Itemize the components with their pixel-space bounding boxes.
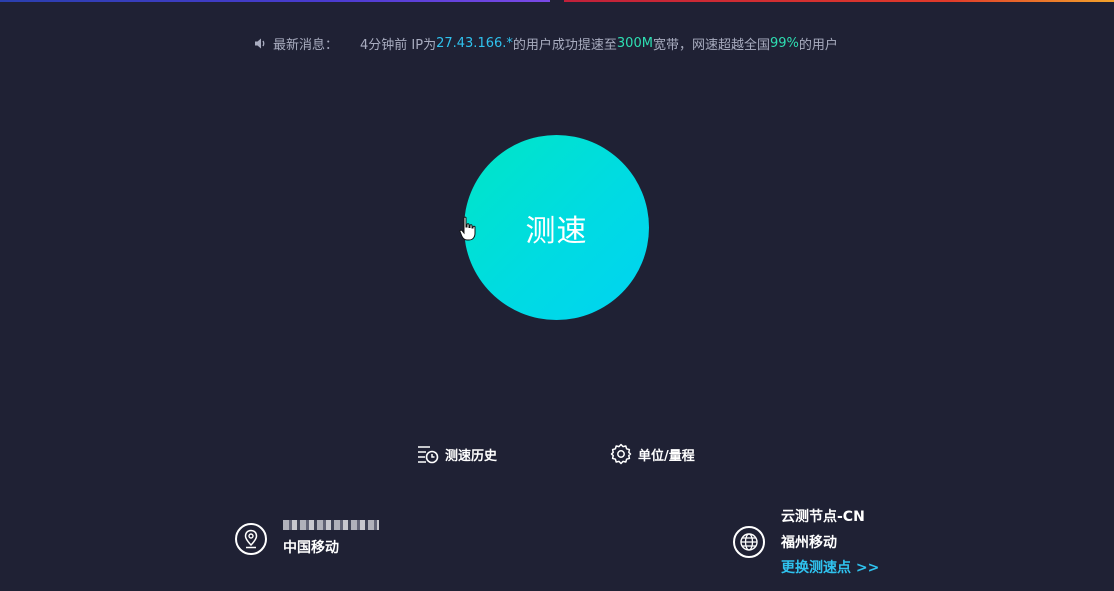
local-isp: 中国移动	[283, 540, 339, 556]
local-connection-info: 中国移动	[235, 520, 379, 557]
news-ticker: 最新消息： 4分钟前 IP为 27.43.166.* 的用户成功提速至 300M…	[253, 33, 838, 53]
units-range-button[interactable]: 单位/量程	[610, 442, 695, 466]
local-info-text: 中国移动	[283, 520, 379, 557]
node-name: 云测节点-CN	[781, 509, 865, 525]
speedtest-page: 最新消息： 4分钟前 IP为 27.43.166.* 的用户成功提速至 300M…	[0, 0, 1114, 591]
test-node-info: 云测节点-CN 福州移动 更换测速点 >>	[733, 504, 879, 580]
news-prefix: 4分钟前 IP为	[360, 37, 437, 53]
news-suffix-1: 宽带，网速超越全国	[652, 37, 770, 53]
top-accent-bar-left	[0, 0, 550, 2]
start-speed-test-label: 测速	[525, 213, 588, 249]
globe-icon	[733, 526, 765, 558]
news-suffix-2: 的用户	[798, 37, 838, 53]
masked-ip-address	[283, 520, 379, 530]
news-bandwidth: 300M	[616, 35, 653, 51]
history-list-icon	[418, 446, 439, 464]
speed-history-label: 测速历史	[445, 448, 498, 464]
units-range-label: 单位/量程	[638, 448, 695, 464]
news-middle: 的用户成功提速至	[512, 37, 617, 53]
speaker-icon	[253, 36, 268, 51]
node-info-text: 云测节点-CN 福州移动 更换测速点 >>	[781, 504, 879, 580]
gear-icon	[610, 443, 632, 465]
node-isp: 福州移动	[781, 535, 837, 551]
location-pin-icon	[235, 522, 267, 555]
top-accent-bar-right	[564, 0, 1114, 2]
news-label: 最新消息：	[273, 37, 339, 53]
news-ip: 27.43.166.*	[436, 35, 513, 51]
start-speed-test-button[interactable]: 测速	[464, 135, 649, 320]
change-test-node-link[interactable]: 更换测速点 >>	[781, 556, 879, 580]
speed-history-button[interactable]: 测速历史	[417, 442, 497, 466]
news-percent: 99%	[769, 35, 799, 51]
